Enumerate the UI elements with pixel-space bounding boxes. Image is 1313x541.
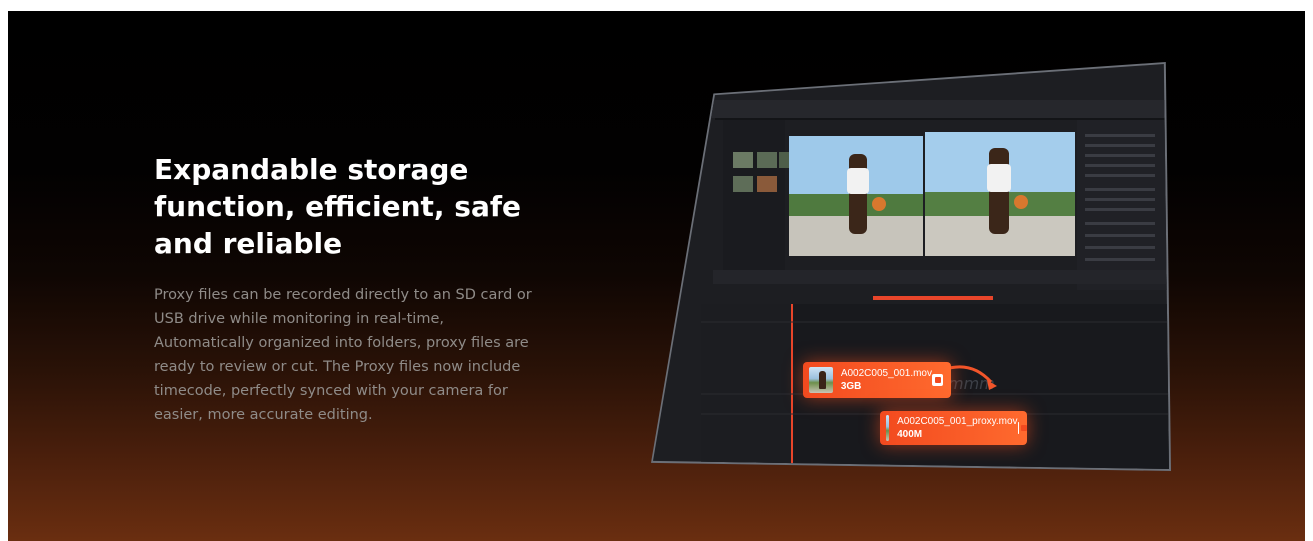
- media-thumb[interactable]: [757, 176, 777, 192]
- clip-size: 400M: [897, 428, 923, 440]
- original-clip-card[interactable]: A002C005_001.mov 3GB: [803, 362, 951, 398]
- clip-name: A002C005_001.mov: [840, 367, 932, 379]
- editor-interface: mmm: [653, 100, 1169, 469]
- clip-size: 3GB: [840, 380, 862, 392]
- clip-thumbnail: [809, 367, 833, 393]
- proxy-badge-icon: [932, 374, 943, 386]
- media-thumb[interactable]: [733, 176, 753, 192]
- clip-name: A002C005_001_proxy.mov: [897, 415, 1018, 427]
- feature-headline: Expandable storage function, efficient, …: [154, 153, 522, 260]
- editing-app-screen: mmm: [653, 64, 1169, 469]
- media-thumb[interactable]: [733, 152, 753, 168]
- proxy-clip-card[interactable]: A002C005_001_proxy.mov 400M: [880, 411, 1031, 445]
- feature-description: Proxy files can be recorded directly to …: [154, 287, 532, 423]
- playhead[interactable]: [791, 304, 793, 469]
- proxy-badge-icon: [1017, 422, 1031, 434]
- timeline-toolbar[interactable]: [873, 296, 993, 300]
- clip-thumbnail: [886, 415, 890, 441]
- media-thumb[interactable]: [757, 152, 777, 168]
